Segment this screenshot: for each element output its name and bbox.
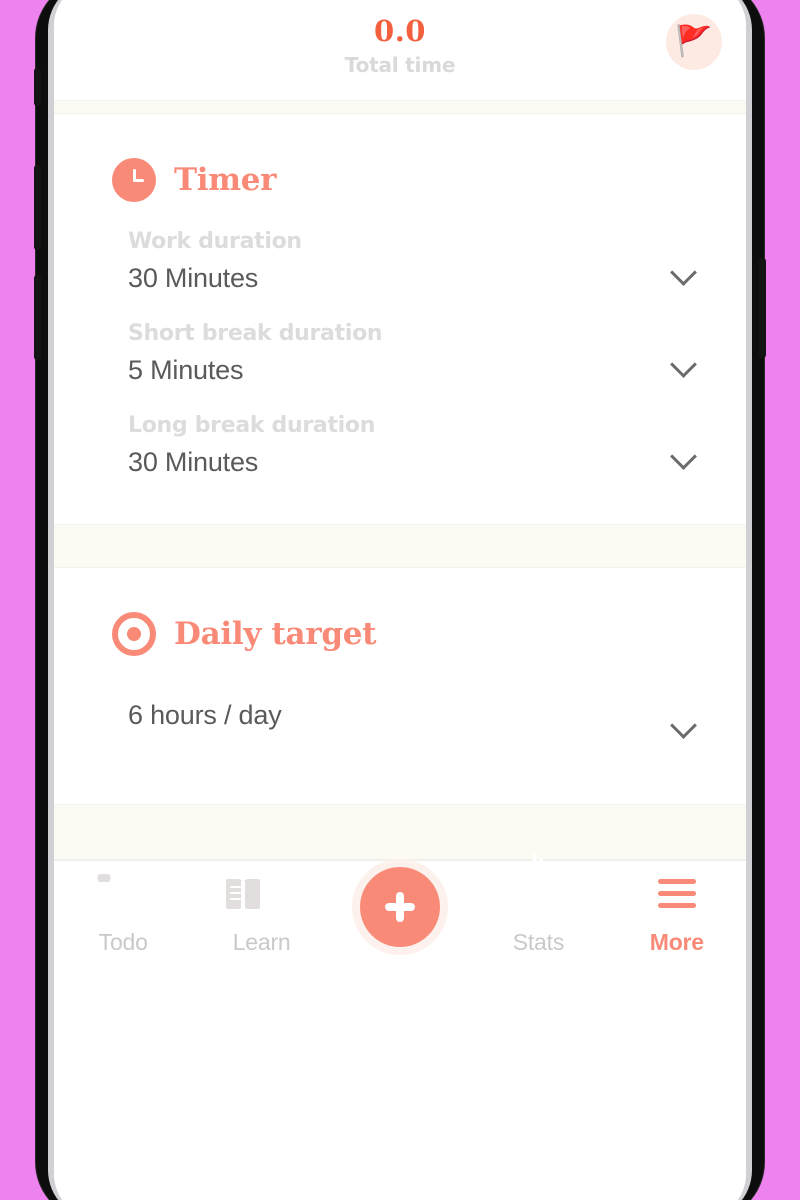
target-icon xyxy=(112,612,156,656)
row-texts: 6 hours / day xyxy=(128,691,282,731)
chevron-down-icon[interactable] xyxy=(666,438,700,472)
setting-row-daily-target[interactable]: 6 hours / day xyxy=(54,656,746,748)
setting-value: 30 Minutes xyxy=(128,447,259,477)
nav-item-more[interactable]: More xyxy=(608,861,746,956)
total-time-block: 0.0 Total time xyxy=(54,14,746,77)
add-button[interactable] xyxy=(360,867,441,947)
bottom-navigation-bar: Todo Learn Stats More xyxy=(54,854,746,986)
volume-up-button[interactable] xyxy=(34,165,41,250)
nav-item-learn[interactable]: Learn xyxy=(192,861,330,956)
nav-item-label: More xyxy=(649,929,704,955)
daily-target-card: Daily target 6 hours / day xyxy=(54,568,746,804)
row-texts: Long break duration 30 Minutes xyxy=(128,413,375,478)
row-texts: Work duration 30 Minutes xyxy=(128,229,302,294)
timer-rows: Work duration 30 Minutes Short break dur… xyxy=(54,202,746,478)
header-divider-band xyxy=(54,100,746,114)
nav-item-label: Learn xyxy=(232,929,291,955)
nav-item-todo[interactable]: Todo xyxy=(54,861,192,956)
open-book-icon xyxy=(225,879,281,917)
row-texts: Short break duration 5 Minutes xyxy=(128,321,383,386)
setting-value: 6 hours / day xyxy=(128,700,282,730)
timer-card: Timer Work duration 30 Minutes Short bre… xyxy=(54,114,746,524)
total-time-label: Total time xyxy=(344,52,456,77)
silent-switch-button[interactable] xyxy=(34,68,41,106)
setting-value: 5 Minutes xyxy=(128,355,244,385)
app-root: 0.0 Total time 🚩 Timer Work duration 30 … xyxy=(54,0,746,1180)
daily-target-rows: 6 hours / day xyxy=(54,656,746,748)
bottom-divider-band xyxy=(54,804,746,860)
nav-item-label: Stats xyxy=(512,929,565,955)
phone-screen: 0.0 Total time 🚩 Timer Work duration 30 … xyxy=(54,0,746,1200)
power-button[interactable] xyxy=(759,258,766,358)
daily-target-section-header: Daily target xyxy=(54,568,746,656)
setting-label: Short break duration xyxy=(128,321,383,346)
chevron-down-icon[interactable] xyxy=(666,254,700,288)
timer-section-header: Timer xyxy=(54,114,746,202)
setting-row-long-break-duration[interactable]: Long break duration 30 Minutes xyxy=(54,386,746,478)
avatar[interactable]: 🚩 xyxy=(666,14,722,70)
chevron-down-icon[interactable] xyxy=(666,346,700,380)
setting-row-short-break-duration[interactable]: Short break duration 5 Minutes xyxy=(54,294,746,386)
daily-target-card-padding xyxy=(54,748,746,804)
daily-target-section-title: Daily target xyxy=(174,616,377,652)
bar-chart-icon xyxy=(519,854,557,917)
setting-label: Long break duration xyxy=(128,413,376,438)
clock-icon xyxy=(112,158,156,202)
setting-label: Work duration xyxy=(128,229,302,254)
hamburger-icon xyxy=(657,879,696,917)
chevron-down-icon[interactable] xyxy=(666,707,700,741)
timer-section-title: Timer xyxy=(174,162,277,198)
section-divider-band xyxy=(54,524,746,568)
setting-value: 30 Minutes xyxy=(128,263,259,293)
total-time-value: 0.0 xyxy=(374,14,426,48)
nav-item-stats[interactable]: Stats xyxy=(469,854,607,956)
timer-card-padding xyxy=(54,478,746,524)
nav-item-label: Todo xyxy=(98,929,148,955)
volume-down-button[interactable] xyxy=(34,275,41,360)
setting-row-work-duration[interactable]: Work duration 30 Minutes xyxy=(54,202,746,294)
app-header: 0.0 Total time 🚩 xyxy=(54,0,746,100)
clipboard-icon xyxy=(104,879,142,917)
flag-icon: 🚩 xyxy=(675,25,713,58)
